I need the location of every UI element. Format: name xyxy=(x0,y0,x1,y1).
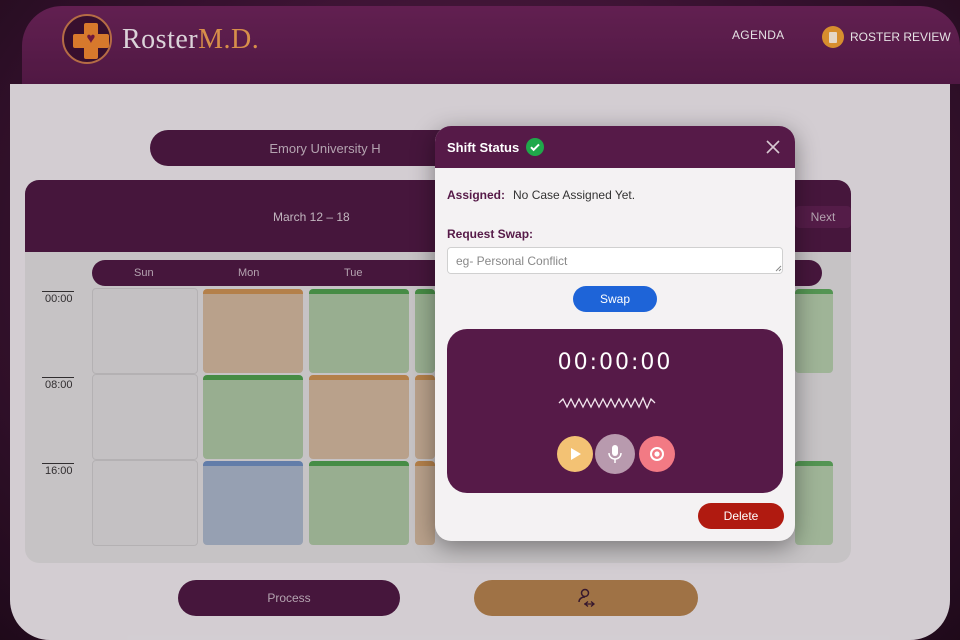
resize-grip-icon[interactable] xyxy=(775,265,782,272)
nav-roster-review-label: ROSTER REVIEW xyxy=(850,30,951,44)
play-icon xyxy=(571,448,581,460)
modal-header: Shift Status xyxy=(435,126,795,168)
close-icon[interactable] xyxy=(763,137,783,157)
shift-cell[interactable] xyxy=(415,461,435,545)
shift-cell[interactable] xyxy=(309,461,409,545)
shift-cell[interactable] xyxy=(203,461,303,545)
voice-recorder: 00:00:00 xyxy=(447,329,783,493)
shift-cell[interactable] xyxy=(309,289,409,373)
time-0800: 08:00 xyxy=(45,379,73,391)
brand-main: Roster xyxy=(122,24,199,55)
shift-cell[interactable] xyxy=(203,289,303,373)
shift-cell[interactable] xyxy=(795,289,833,373)
stop-icon xyxy=(650,447,664,461)
stop-button[interactable] xyxy=(639,436,675,472)
day-tue: Tue xyxy=(344,267,363,279)
time-0000: 00:00 xyxy=(45,293,73,305)
delete-button[interactable]: Delete xyxy=(698,503,784,529)
app-frame: ♥ RosterM.D. AGENDA ROSTER REVIEW Emory … xyxy=(0,0,960,640)
check-circle-icon xyxy=(526,138,545,156)
nav-roster-review[interactable]: ROSTER REVIEW xyxy=(822,26,951,48)
shift-cell[interactable] xyxy=(92,460,198,546)
swap-user-button[interactable] xyxy=(474,580,698,616)
play-button[interactable] xyxy=(557,436,593,472)
shift-cell[interactable] xyxy=(795,461,833,545)
microphone-icon xyxy=(608,445,622,463)
shift-status-modal: Shift Status Assigned: No Case Assigned Y… xyxy=(435,126,795,541)
shift-cell[interactable] xyxy=(415,289,435,373)
record-mic-button[interactable] xyxy=(595,434,635,474)
time-1600: 16:00 xyxy=(45,465,73,477)
shift-cell[interactable] xyxy=(203,375,303,459)
assigned-row: Assigned: No Case Assigned Yet. xyxy=(447,188,635,202)
next-week-button[interactable]: Next xyxy=(795,206,851,228)
recording-timer: 00:00:00 xyxy=(557,350,673,375)
user-swap-icon xyxy=(578,588,596,607)
request-swap-label: Request Swap: xyxy=(447,227,534,241)
waveform-icon xyxy=(558,396,656,410)
week-range: March 12 – 18 xyxy=(273,210,350,224)
nav-agenda[interactable]: AGENDA xyxy=(732,28,784,42)
swap-reason-input[interactable] xyxy=(447,247,783,274)
brand-accent: M.D. xyxy=(198,24,260,55)
shift-cell[interactable] xyxy=(309,375,409,459)
swap-button[interactable]: Swap xyxy=(573,286,657,312)
day-sun: Sun xyxy=(134,267,154,279)
shift-cell[interactable] xyxy=(92,374,198,460)
assigned-label: Assigned: xyxy=(447,188,506,202)
shift-cell[interactable] xyxy=(92,288,198,374)
roster-review-icon xyxy=(822,26,844,48)
process-button[interactable]: Process xyxy=(178,580,400,616)
logo-icon[interactable]: ♥ xyxy=(62,14,112,64)
day-mon: Mon xyxy=(238,267,260,279)
modal-title: Shift Status xyxy=(447,139,520,155)
brand-name: RosterM.D. xyxy=(122,24,259,56)
shift-cell[interactable] xyxy=(415,375,435,459)
assigned-value: No Case Assigned Yet. xyxy=(513,188,636,202)
